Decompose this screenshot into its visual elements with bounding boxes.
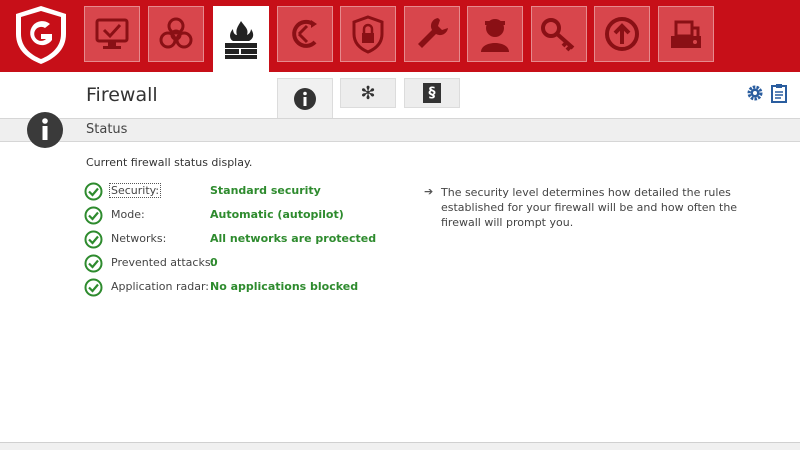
section-label: Status: [86, 122, 128, 137]
check-circle-icon: [84, 182, 103, 201]
check-circle-icon: [84, 206, 103, 225]
top-navigation-bar: [0, 0, 800, 72]
monitor-check-icon: [95, 18, 129, 49]
status-row-networks: Networks: All networks are protected: [84, 230, 404, 250]
status-row-prevented-attacks: Prevented attacks: 0: [84, 254, 404, 274]
status-value-mode: Automatic (autopilot): [210, 208, 344, 221]
nav-tile-password-manager[interactable]: [531, 6, 587, 62]
status-description: Current firewall status display.: [86, 156, 253, 169]
status-row-mode: Mode: Automatic (autopilot): [84, 206, 404, 226]
check-circle-icon: [84, 254, 103, 273]
parental-control-icon: [481, 19, 509, 52]
backup-upload-icon: [605, 17, 639, 51]
status-row-security: Security: Standard security: [84, 182, 404, 202]
check-circle-icon: [84, 278, 103, 297]
page-title: Firewall: [86, 84, 158, 106]
shield-lock-icon: [352, 15, 384, 54]
check-circle-icon: [84, 230, 103, 249]
tab-info[interactable]: [277, 78, 333, 118]
status-value-prevented-attacks: 0: [210, 256, 218, 269]
status-label-prevented-attacks[interactable]: Prevented attacks:: [111, 256, 214, 269]
biohazard-icon: [159, 17, 193, 49]
info-icon: [27, 112, 63, 148]
status-value-networks: All networks are protected: [210, 232, 377, 245]
snowflake-icon: ✻: [360, 82, 376, 104]
status-value-security: Standard security: [210, 184, 321, 197]
wrench-icon: [418, 18, 448, 48]
section-icon: §: [423, 83, 441, 103]
nav-tile-tuner[interactable]: [404, 6, 460, 62]
help-hint-text: The security level determines how detail…: [441, 186, 738, 229]
nav-tile-backup[interactable]: [594, 6, 650, 62]
bottom-status-strip: [0, 442, 800, 450]
clipboard-icon[interactable]: [770, 83, 788, 103]
status-row-application-radar: Application radar: No applications block…: [84, 278, 404, 298]
key-icon: [541, 18, 575, 52]
status-value-application-radar: No applications blocked: [210, 280, 359, 293]
nav-tile-anti-ransomware[interactable]: [277, 6, 333, 62]
firewall-icon: [225, 21, 257, 59]
anti-ransomware-icon: [292, 19, 317, 48]
status-label-security[interactable]: Security:: [108, 183, 162, 198]
nav-tile-security-center[interactable]: [84, 6, 140, 62]
status-label-mode[interactable]: Mode:: [111, 208, 145, 221]
device-control-icon: [671, 20, 701, 48]
nav-tile-encryption[interactable]: [340, 6, 396, 62]
status-label-application-radar[interactable]: Application radar:: [111, 280, 209, 293]
arrow-right-icon: ➔: [424, 185, 434, 198]
nav-tile-parental-controls[interactable]: [467, 6, 523, 62]
nav-tile-device-control[interactable]: [658, 6, 714, 62]
tab-settings-snowflake[interactable]: ✻: [340, 78, 396, 108]
nav-tile-virus-protection[interactable]: [148, 6, 204, 62]
gdata-logo-icon[interactable]: [12, 4, 70, 66]
nav-tile-firewall[interactable]: [213, 6, 269, 72]
tab-rules-section[interactable]: §: [404, 78, 460, 108]
status-label-networks[interactable]: Networks:: [111, 232, 166, 245]
info-icon: [294, 87, 316, 110]
gear-icon[interactable]: [746, 84, 764, 102]
